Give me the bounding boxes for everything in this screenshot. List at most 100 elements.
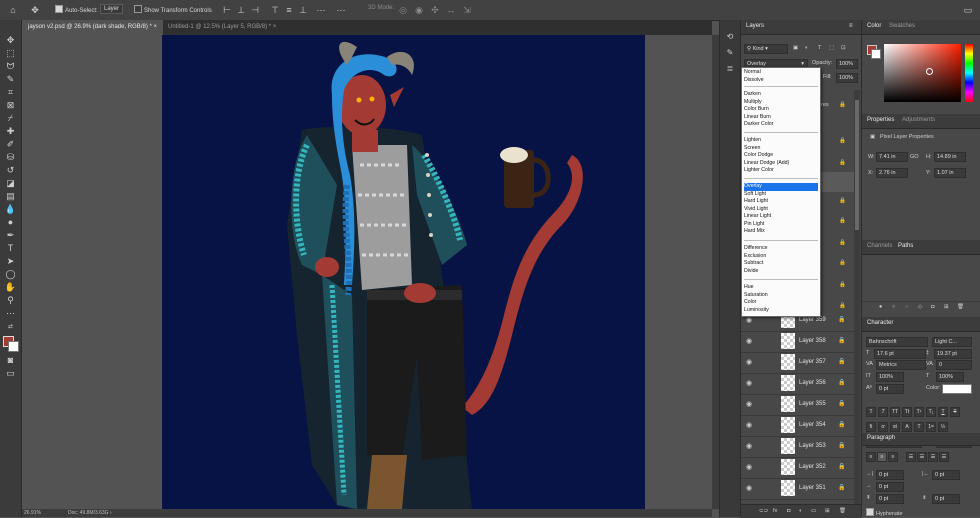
layer-name[interactable]: Layer 353 <box>799 443 826 449</box>
crop-tool-icon[interactable]: ⌗ <box>4 87 17 98</box>
auto-select-target-dropdown[interactable]: Layer <box>100 4 124 14</box>
opacity-input[interactable]: 100% <box>836 59 858 69</box>
more-tools-icon[interactable]: ⋯ <box>4 308 17 319</box>
selection-to-path-icon[interactable]: ◇ <box>918 304 922 310</box>
blur-tool-icon[interactable]: 💧 <box>4 204 17 215</box>
dodge-tool-icon[interactable]: ● <box>4 217 17 228</box>
x-input[interactable]: 2.76 in <box>876 168 908 178</box>
blend-mode-option[interactable]: Screen <box>744 145 818 153</box>
artwork-canvas[interactable] <box>162 35 645 509</box>
oldstyle-icon[interactable]: ơ <box>878 422 888 432</box>
tab-character[interactable]: Character <box>867 320 893 326</box>
eye-icon[interactable]: ◉ <box>746 358 752 366</box>
pen-tool-icon[interactable]: ✒ <box>4 230 17 241</box>
tab-paragraph[interactable]: Paragraph <box>867 435 895 441</box>
blend-mode-option[interactable]: Hue <box>744 284 818 292</box>
layer-row[interactable]: ◉ Layer 357 🔒 <box>741 352 854 374</box>
layer-name[interactable]: Layer 356 <box>799 380 826 386</box>
zoom-tool-icon[interactable]: ⚲ <box>4 295 17 306</box>
ordinal-icon[interactable]: 1ˢᵗ <box>926 422 936 432</box>
blend-mode-option[interactable]: Darker Color <box>744 121 818 129</box>
path-select-icon[interactable]: ➤ <box>4 256 17 267</box>
tab-properties[interactable]: Properties <box>867 117 894 123</box>
adjustment-layer-icon[interactable]: ◐ <box>799 508 802 514</box>
kind-filter-dropdown[interactable]: ⚲ Kind ▾ <box>744 44 788 54</box>
ellipse-tool-icon[interactable]: ◯ <box>4 269 17 280</box>
tab-swatches[interactable]: Swatches <box>889 23 915 29</box>
font-style-dropdown[interactable]: Light C... <box>932 337 972 347</box>
layer-row[interactable]: ◉ Layer 353 🔒 <box>741 436 854 458</box>
blend-mode-option[interactable]: Color Burn <box>744 106 818 114</box>
stylistic-icon[interactable]: A <box>902 422 912 432</box>
align-center-icon[interactable]: ≡ <box>877 452 887 462</box>
frame-tool-icon[interactable]: ⊠ <box>4 100 17 111</box>
blend-mode-option[interactable]: Multiply <box>744 99 818 107</box>
tab-color[interactable]: Color <box>867 23 881 29</box>
align-right-icon[interactable]: ≡ <box>888 452 898 462</box>
filter-adjustment-icon[interactable]: ◐ <box>805 45 808 51</box>
blend-mode-option[interactable]: Pin Light <box>744 221 818 229</box>
space-before-input[interactable]: 0 pt <box>876 494 904 504</box>
layer-name[interactable]: Layer 352 <box>799 464 826 470</box>
layer-row[interactable]: ◉ Layer 351 🔒 <box>741 478 854 500</box>
blend-mode-option[interactable]: Linear Dodge (Add) <box>744 160 818 168</box>
zoom-level[interactable]: 26.91% <box>24 510 41 516</box>
blend-mode-option[interactable]: Lighten <box>744 137 818 145</box>
layer-row[interactable]: ◉ Layer 354 🔒 <box>741 415 854 437</box>
kerning-dropdown[interactable]: Metrics <box>876 360 926 370</box>
layer-row[interactable]: ◉ Layer 352 🔒 <box>741 457 854 479</box>
color-picker-cursor[interactable] <box>926 68 933 75</box>
layer-row[interactable]: ◉ Layer 356 🔒 <box>741 373 854 395</box>
history-icon[interactable]: ⟲ <box>725 32 735 42</box>
layer-name[interactable]: Layer 354 <box>799 422 826 428</box>
background-color-swatch[interactable] <box>8 341 19 352</box>
vertical-scale-input[interactable]: 100% <box>876 372 904 382</box>
eyedropper-icon[interactable]: ⌿ <box>4 113 17 124</box>
blend-mode-option[interactable]: Exclusion <box>744 253 818 261</box>
screen-mode-icon[interactable]: ▭ <box>4 368 17 379</box>
space-after-input[interactable]: 0 pt <box>932 494 960 504</box>
blend-mode-option[interactable]: Color Dodge <box>744 152 818 160</box>
indent-right-input[interactable]: 0 pt <box>932 470 960 480</box>
filter-pixel-icon[interactable]: ▣ <box>793 45 798 51</box>
healing-brush-icon[interactable]: ✚ <box>4 126 17 137</box>
layer-name[interactable]: Layer 357 <box>799 359 826 365</box>
layers-scroll-thumb[interactable] <box>855 100 859 230</box>
hue-slider[interactable] <box>965 44 973 102</box>
lasso-tool-icon[interactable]: ᗢ <box>4 61 17 72</box>
new-group-icon[interactable]: ▭ <box>811 508 816 514</box>
all-caps-button[interactable]: TT <box>890 407 900 417</box>
fill-path-icon[interactable]: ● <box>879 304 882 310</box>
filter-smart-object-icon[interactable]: ⊡ <box>841 45 846 51</box>
align-middle-icon[interactable]: ≡ <box>284 5 294 15</box>
workspace-icon[interactable]: ▭ <box>963 5 973 15</box>
eraser-tool-icon[interactable]: ◪ <box>4 178 17 189</box>
eye-icon[interactable]: ◉ <box>746 316 752 324</box>
filter-type-icon[interactable]: T <box>818 45 821 51</box>
layer-row[interactable]: ◉ Layer 355 🔒 <box>741 394 854 416</box>
blend-mode-option[interactable]: Linear Burn <box>744 114 818 122</box>
swash-icon[interactable]: st <box>890 422 900 432</box>
ligature-icon[interactable]: fi <box>866 422 876 432</box>
align-right-icon[interactable]: ⊣ <box>250 5 260 15</box>
filter-shape-icon[interactable]: ⬚ <box>829 45 834 51</box>
indent-first-line-input[interactable]: 0 pt <box>876 482 904 492</box>
font-family-dropdown[interactable]: Bahnschrift <box>866 337 928 347</box>
blend-mode-option[interactable]: Vivid Light <box>744 206 818 214</box>
indent-left-input[interactable]: 0 pt <box>876 470 904 480</box>
quick-mask-icon[interactable]: ◙ <box>4 355 17 366</box>
subscript-button[interactable]: T₁ <box>926 407 936 417</box>
blend-mode-option[interactable]: Dissolve <box>744 77 818 85</box>
layers-scrollbar[interactable] <box>854 90 860 510</box>
selected-layer-row[interactable] <box>821 172 854 192</box>
close-icon[interactable]: × <box>154 24 158 30</box>
brush-settings-icon[interactable]: ✎ <box>725 48 735 58</box>
properties-icon[interactable]: ≣ <box>725 64 735 74</box>
move-tool-icon[interactable]: ✥ <box>30 5 40 15</box>
new-layer-icon[interactable]: ⊞ <box>825 508 830 514</box>
titling-icon[interactable]: T <box>914 422 924 432</box>
blend-mode-option[interactable]: Soft Light <box>744 191 818 199</box>
eye-icon[interactable]: ◉ <box>746 463 752 471</box>
tab-paths[interactable]: Paths <box>898 243 913 249</box>
eye-icon[interactable]: ◉ <box>746 442 752 450</box>
